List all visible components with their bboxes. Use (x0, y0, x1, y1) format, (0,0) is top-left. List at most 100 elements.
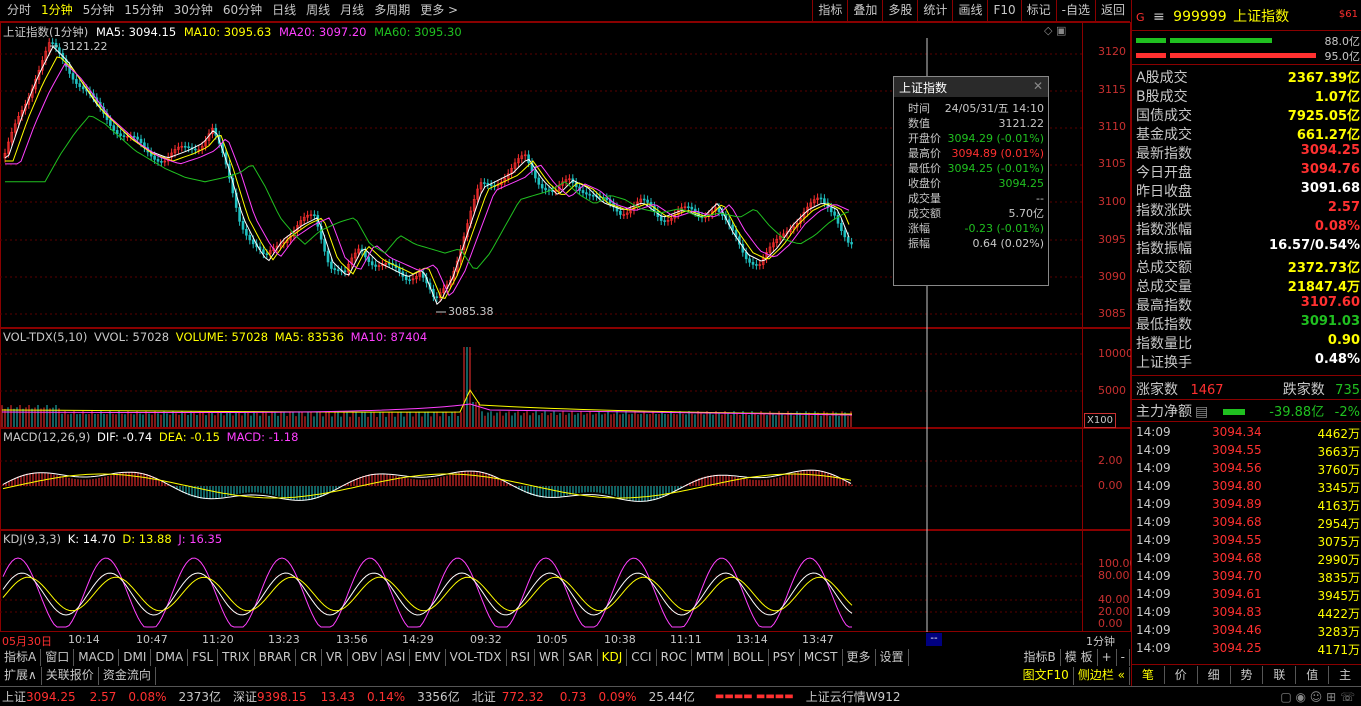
side-tab-1[interactable]: 价 (1165, 666, 1198, 684)
side-tab-5[interactable]: 值 (1296, 666, 1330, 684)
candle-body (81, 86, 85, 90)
extension-right-0[interactable]: 图文F10 (1019, 667, 1074, 685)
tick-row: 14:09 3094.70 3835万 (1136, 569, 1360, 587)
tick-time: 14:09 (1136, 515, 1171, 529)
indicator-tab-23[interactable]: MCST (800, 649, 843, 666)
vol-ma10-label: MA10: 87404 (350, 330, 428, 344)
quote-value: 2372.73亿 (1287, 261, 1360, 276)
indicator-tab-16[interactable]: SAR (564, 649, 598, 666)
time-label: 05月30日 (2, 635, 52, 648)
time-label: 10:47 (136, 633, 168, 646)
indicator-tab-10[interactable]: OBV (348, 649, 383, 666)
candle-body (619, 210, 622, 215)
indicator-tab-14[interactable]: RSI (507, 649, 536, 666)
status-icons[interactable]: ▢ ◉ ☺ ⊞ ☏ (1280, 690, 1355, 704)
candle-body (112, 125, 116, 131)
indicator-tab-9[interactable]: VR (322, 649, 348, 666)
indicator-tab-24[interactable]: 更多 (843, 649, 876, 666)
tick-volume: 4171万 (1317, 643, 1360, 657)
quote-key: 上证换手 (1136, 355, 1192, 371)
indicator-tab-22[interactable]: PSY (769, 649, 800, 666)
indicator-tab-6[interactable]: TRIX (218, 649, 255, 666)
candle-body (139, 138, 143, 144)
quote-key: 总成交额 (1136, 260, 1192, 276)
tick-row: 14:09 3094.89 4163万 (1136, 497, 1360, 515)
candle-body (262, 249, 265, 255)
extension-tab-1[interactable]: 关联报价 (42, 667, 99, 685)
tick-row: 14:09 3094.61 3945万 (1136, 587, 1360, 605)
indicator-tab-25[interactable]: 设置 (876, 649, 909, 666)
extension-right-1[interactable]: 侧边栏 « (1074, 667, 1130, 685)
tick-price: 3094.34 (1212, 425, 1262, 439)
tick-row: 14:09 3094.25 4171万 (1136, 641, 1360, 659)
indicator-right-0[interactable]: 指标B (1020, 649, 1061, 666)
indicator-tab-2[interactable]: MACD (74, 649, 120, 666)
close-icon[interactable]: ✕ (1033, 79, 1043, 93)
macd-value-label: MACD: -1.18 (226, 430, 299, 444)
quote-row: 总成交量 21847.4万 (1136, 276, 1360, 295)
indicator-tab-21[interactable]: BOLL (729, 649, 769, 666)
indicator-right-3[interactable]: - (1117, 649, 1130, 666)
y-tick-label: 3090 (1098, 270, 1126, 283)
indicator-tab-0[interactable]: 指标A (0, 649, 42, 666)
candle-body (51, 42, 54, 44)
indicator-tab-5[interactable]: FSL (188, 649, 219, 666)
side-tab-0[interactable]: 笔 (1132, 666, 1165, 684)
quote-key: 指数涨幅 (1136, 222, 1192, 238)
candle-body (109, 119, 112, 126)
tick-price: 3094.83 (1212, 605, 1262, 619)
quote-value: 3091.03 (1300, 314, 1360, 329)
indicator-tab-1[interactable]: 窗口 (41, 649, 75, 666)
y-tick-label: 10000 (1098, 347, 1133, 360)
indicator-right-2[interactable]: + (1098, 649, 1117, 666)
sh-value: 3094.25 (26, 689, 76, 704)
indicator-tab-12[interactable]: EMV (410, 649, 446, 666)
indicator-tab-20[interactable]: MTM (692, 649, 729, 666)
indicator-tab-4[interactable]: DMA (151, 649, 189, 666)
extension-tab-0[interactable]: 扩展∧ (0, 667, 42, 685)
volume-ma5-line (1, 388, 853, 415)
panel-controls[interactable]: ◇ ▣ (1044, 24, 1066, 37)
candle-body (527, 154, 530, 163)
tooltip-value: 24/05/31/五 14:10 (944, 102, 1044, 115)
extension-tab-2[interactable]: 资金流向 (99, 667, 156, 685)
indicator-tab-17[interactable]: KDJ (598, 649, 628, 666)
indicator-tab-11[interactable]: ASI (382, 649, 411, 666)
tick-volume: 3945万 (1317, 589, 1360, 603)
side-tab-6[interactable]: 主 (1329, 666, 1361, 684)
tick-volume: 4422万 (1317, 607, 1360, 621)
indicator-tab-15[interactable]: WR (535, 649, 565, 666)
side-tab-4[interactable]: 联 (1263, 666, 1297, 684)
indicator-right-1[interactable]: 模 板 (1061, 649, 1098, 666)
indicator-tab-19[interactable]: ROC (657, 649, 692, 666)
y-tick-label: 3120 (1098, 45, 1126, 58)
tick-price: 3094.25 (1212, 641, 1262, 655)
tooltip-row: 开盘价 3094.29 (-0.01%) (894, 131, 1048, 146)
news-ticker[interactable]: 上证云行情W912 (806, 688, 901, 705)
quote-value: 3094.76 (1300, 162, 1360, 177)
market-breadth-icon[interactable]: ▬▬▬▬ ▬▬▬▬ (715, 691, 794, 702)
tick-time: 14:09 (1136, 605, 1171, 619)
candle-body (663, 220, 666, 222)
tick-price: 3094.61 (1212, 587, 1262, 601)
table-icon[interactable]: ▤ (1195, 404, 1208, 420)
candle-body (156, 159, 160, 162)
y-tick-label: 5000 (1098, 384, 1126, 397)
indicator-tab-8[interactable]: CR (296, 649, 322, 666)
indicator-tab-3[interactable]: DMI (119, 649, 152, 666)
side-tab-2[interactable]: 细 (1198, 666, 1231, 684)
indicator-tab-18[interactable]: CCI (627, 649, 657, 666)
indicator-tab-13[interactable]: VOL-TDX (446, 649, 507, 666)
candle-body (581, 190, 585, 193)
candle-body (748, 258, 751, 263)
tooltip-value: -0.23 (-0.01%) (964, 222, 1044, 235)
menu-icon[interactable]: ≡ (1153, 9, 1165, 25)
ma20-label: MA20: 3097.20 (278, 25, 367, 39)
indicator-tab-7[interactable]: BRAR (255, 649, 297, 666)
tick-time: 14:09 (1136, 425, 1171, 439)
candle-body (251, 239, 255, 245)
side-tab-3[interactable]: 势 (1231, 666, 1264, 684)
candle-body (687, 206, 690, 209)
tooltip-value: 3094.29 (-0.01%) (947, 132, 1044, 145)
candle-body (78, 83, 82, 87)
